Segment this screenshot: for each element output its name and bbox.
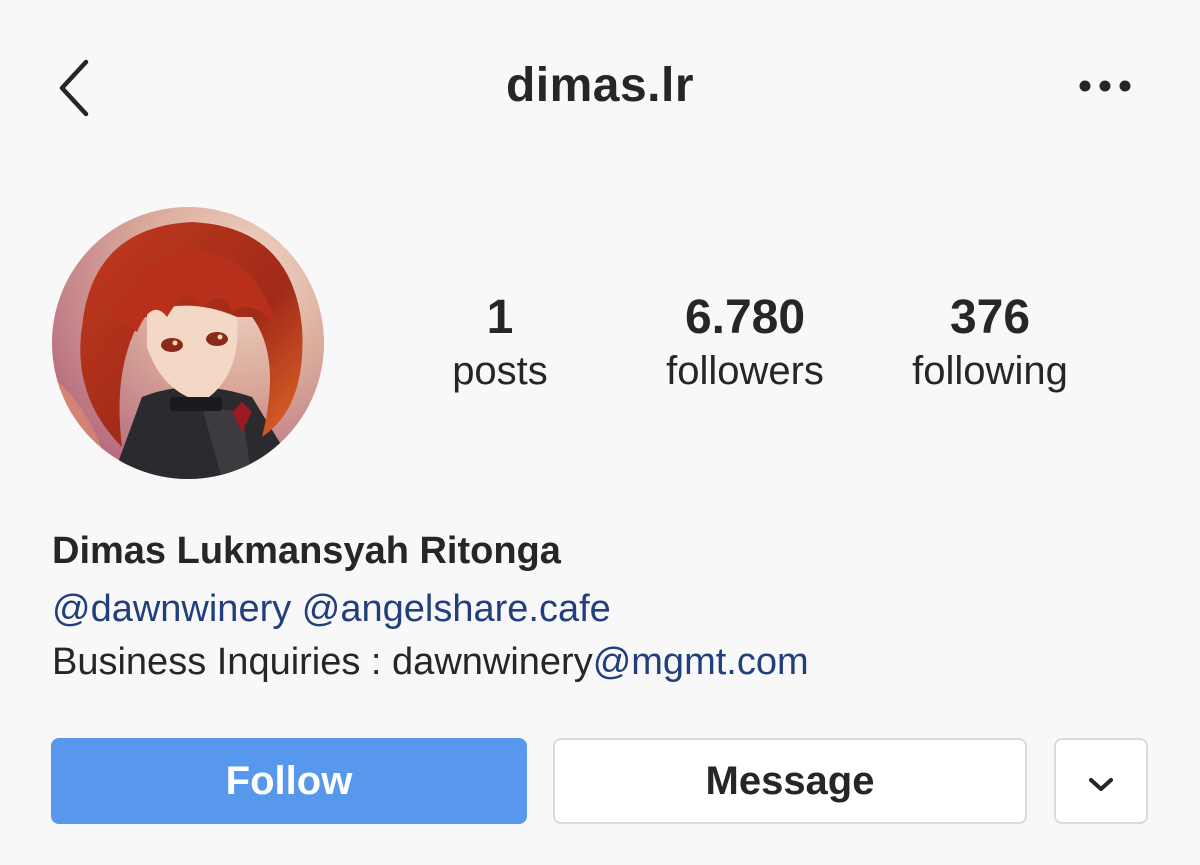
following-count[interactable]: 376 following (880, 290, 1100, 396)
suggested-accounts-dropdown-button[interactable] (1054, 738, 1148, 824)
posts-count-value: 1 (486, 291, 514, 344)
followers-count-value: 6.780 (684, 291, 806, 344)
posts-count-label: posts (452, 349, 548, 393)
chevron-down-icon (1087, 759, 1115, 804)
bio-mentions: @dawnwinery @angelshare.cafe (52, 588, 611, 631)
bio-business-inquiries: Business Inquiries : dawnwinery@mgmt.com (52, 641, 809, 684)
mention-link-angelshare[interactable]: @angelshare.cafe (302, 588, 611, 630)
follow-button[interactable]: Follow (51, 738, 527, 824)
following-count-label: following (912, 349, 1068, 393)
message-button[interactable]: Message (553, 738, 1027, 824)
profile-username: dimas.lr (505, 59, 695, 112)
following-count-value: 376 (949, 291, 1031, 344)
followers-count[interactable]: 6.780 followers (635, 290, 855, 396)
profile-avatar[interactable] (52, 207, 324, 479)
more-options-button[interactable] (1070, 68, 1140, 108)
more-horizontal-icon (1077, 79, 1133, 98)
profile-full-name: Dimas Lukmansyah Ritonga (52, 530, 561, 572)
bio-inquiry-text: Business Inquiries : dawnwinery (52, 641, 593, 683)
mention-link-mgmt[interactable]: @mgmt.com (593, 641, 809, 683)
mention-link-dawnwinery[interactable]: @dawnwinery (52, 588, 291, 630)
top-bar: dimas.lr (0, 0, 1200, 180)
posts-count[interactable]: 1 posts (420, 290, 580, 396)
followers-count-label: followers (666, 349, 824, 393)
